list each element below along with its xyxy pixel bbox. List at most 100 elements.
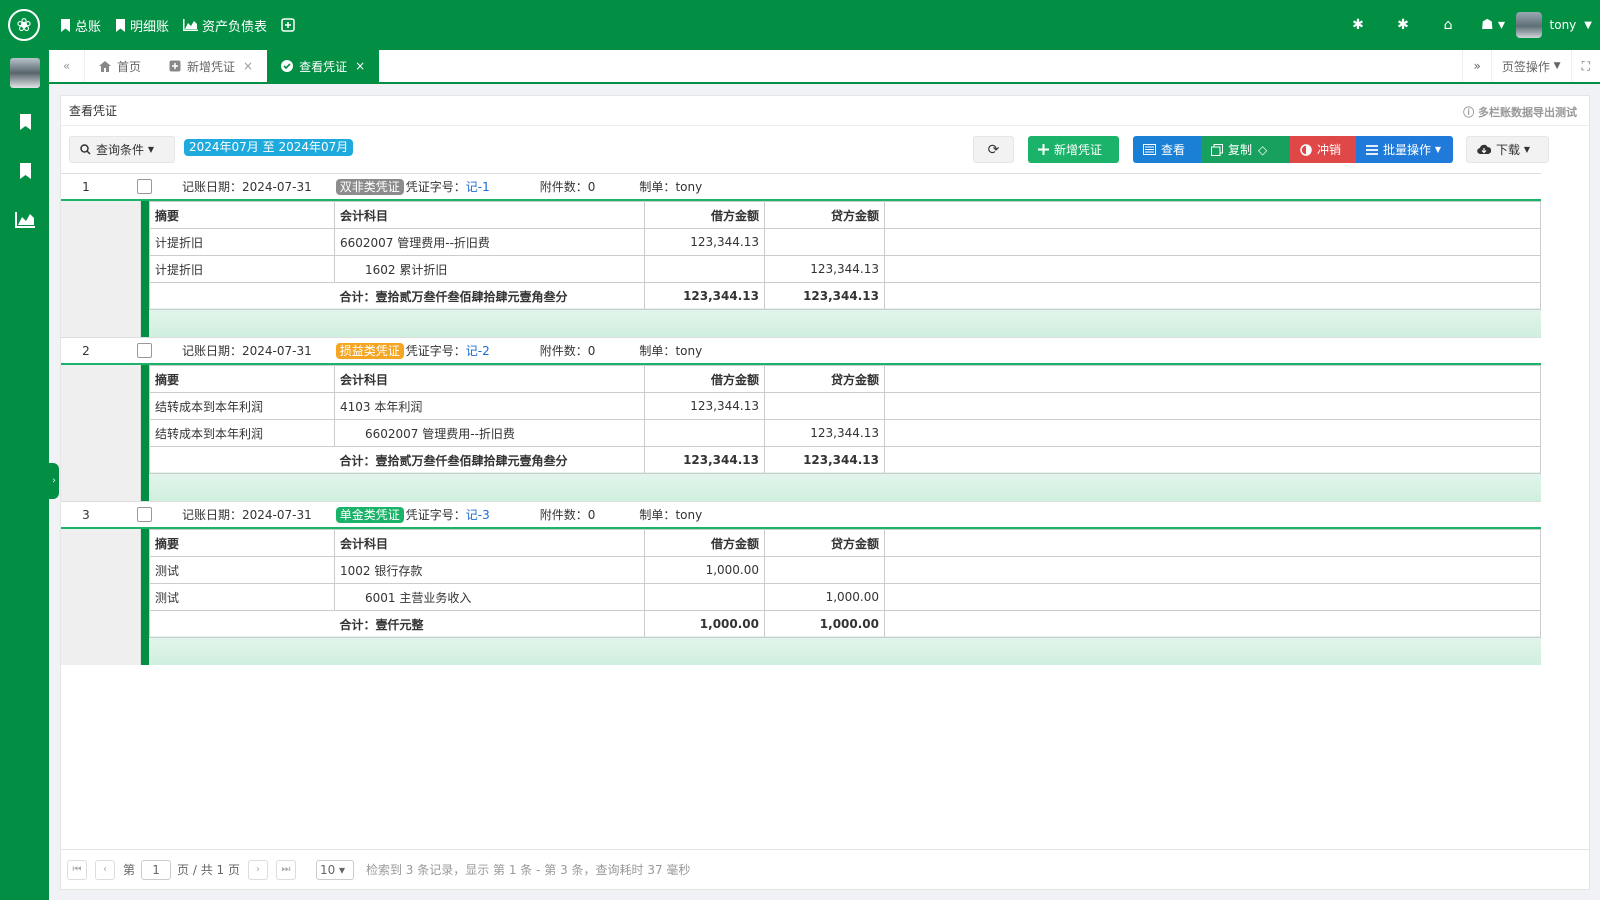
next-page-icon[interactable]: › bbox=[247, 859, 268, 880]
tab-home[interactable]: 首页 bbox=[85, 50, 155, 82]
date-label: 记账日期： bbox=[182, 344, 243, 358]
voucher-footer-space bbox=[149, 638, 1541, 665]
attach-count: 0 bbox=[587, 179, 596, 194]
tabs-scroll-left-icon[interactable]: « bbox=[49, 50, 85, 82]
voucher-index: 2 bbox=[82, 343, 90, 358]
entries-table: 摘要 会计科目 借方金额 贷方金额 计提折旧 6602007 管理费用--折旧费 1… bbox=[149, 201, 1541, 310]
query-conditions-button[interactable]: 查询条件 ▼ bbox=[69, 136, 175, 163]
user-menu-icon[interactable]: ☗ ▾ bbox=[1471, 17, 1516, 33]
chevron-down-icon[interactable]: ▼ bbox=[1584, 20, 1592, 31]
entry-filler bbox=[884, 228, 1541, 256]
attach-label: 附件数： bbox=[539, 344, 588, 358]
download-button[interactable]: 下载 ▼ bbox=[1466, 136, 1549, 163]
entry-debit bbox=[644, 255, 765, 283]
reverse-button[interactable]: 冲销 bbox=[1290, 136, 1356, 163]
bookmark-icon[interactable] bbox=[14, 160, 36, 182]
close-icon[interactable]: × bbox=[355, 59, 365, 73]
nav-detail-ledger[interactable]: 明细账 bbox=[115, 16, 169, 35]
close-icon[interactable]: × bbox=[243, 59, 253, 73]
plus-icon bbox=[1038, 144, 1049, 155]
table-row: 测试 6001 主营业务收入 1,000.00 bbox=[149, 583, 1541, 611]
entry-credit: 1,000.00 bbox=[764, 583, 885, 611]
total-prefix: 合计： bbox=[339, 617, 376, 632]
nav-label: 总账 bbox=[75, 19, 102, 35]
tabs-scroll-right-icon[interactable]: » bbox=[1462, 50, 1490, 82]
list-icon bbox=[1143, 144, 1156, 155]
bug-icon[interactable]: ✱ bbox=[1381, 17, 1426, 33]
sidebar-toggle-button[interactable]: › bbox=[49, 463, 59, 499]
maker-name: tony bbox=[675, 507, 703, 522]
col-filler bbox=[884, 365, 1541, 393]
date-label: 记账日期： bbox=[182, 180, 243, 194]
total-prefix: 合计： bbox=[339, 453, 376, 468]
view-label: 查看 bbox=[1161, 143, 1186, 157]
nav-general-ledger[interactable]: 总账 bbox=[60, 16, 101, 35]
total-filler bbox=[884, 282, 1541, 310]
username[interactable]: tony bbox=[1550, 18, 1577, 32]
voucher-no-link[interactable]: 记-2 bbox=[466, 342, 490, 359]
copy-button[interactable]: 复制 ◇ bbox=[1201, 136, 1290, 163]
voucher-no-label: 凭证字号： bbox=[405, 180, 466, 194]
date-range-badge[interactable]: 2024年07月 至 2024年07月 bbox=[184, 139, 354, 156]
bug-icon[interactable]: ✱ bbox=[1336, 17, 1381, 33]
entry-filler bbox=[884, 255, 1541, 283]
refresh-button[interactable]: ⟳ bbox=[973, 136, 1014, 163]
voucher: 2 记账日期： 2024-07-31 损益类凭证 凭证字号： 记-2 附件数： … bbox=[61, 337, 1541, 501]
total-spacer bbox=[149, 282, 335, 310]
entry-summary: 结转成本到本年利润 bbox=[149, 419, 335, 447]
voucher-index: 1 bbox=[82, 179, 90, 194]
voucher-header: 2 记账日期： 2024-07-31 损益类凭证 凭证字号： 记-2 附件数： … bbox=[61, 338, 1541, 365]
batch-operations-button[interactable]: 批量操作 ▼ bbox=[1356, 136, 1453, 163]
tab-new-voucher[interactable]: 新增凭证 × bbox=[155, 50, 267, 82]
view-button[interactable]: 查看 bbox=[1133, 136, 1201, 163]
voucher-list: 1 记账日期： 2024-07-31 双非类凭证 凭证字号： 记-1 附件数： … bbox=[61, 173, 1541, 665]
voucher-type-badge: 双非类凭证 bbox=[335, 178, 404, 195]
maker-name: tony bbox=[675, 179, 703, 194]
total-amount-words: 壹仟元整 bbox=[375, 617, 424, 632]
first-page-icon[interactable]: ⏮ bbox=[67, 859, 87, 880]
voucher-checkbox[interactable] bbox=[137, 507, 152, 522]
page-size-value: 10 bbox=[319, 862, 336, 877]
total-row: 合计：壹拾贰万叁仟叁佰肆拾肆元壹角叁分 123,344.13 123,344.13 bbox=[149, 446, 1541, 474]
page-number-input[interactable]: 1 bbox=[141, 859, 172, 880]
page-size-select[interactable]: 10 ▾ bbox=[315, 859, 354, 880]
last-page-icon[interactable]: ⏭ bbox=[275, 859, 296, 880]
table-row: 计提折旧 6602007 管理费用--折旧费 123,344.13 bbox=[149, 228, 1541, 256]
new-voucher-button[interactable]: 新增凭证 bbox=[1028, 136, 1119, 163]
top-right-tools: ✱ ✱ ⌂ ☗ ▾ tony ▼ bbox=[1336, 0, 1600, 50]
total-debit: 123,344.13 bbox=[644, 446, 765, 474]
panel-header: 查看凭证 ⓘ 多栏账数据导出测试 bbox=[61, 96, 1589, 126]
app-logo[interactable]: ❀ bbox=[8, 9, 40, 41]
records-summary: 检索到 3 条记录，显示 第 1 条 - 第 3 条，查询耗时 37 毫秒 bbox=[365, 863, 691, 877]
home-icon[interactable]: ⌂ bbox=[1426, 17, 1471, 33]
voucher-checkbox[interactable] bbox=[137, 343, 152, 358]
nav-balance-sheet[interactable]: 资产负债表 bbox=[183, 16, 267, 35]
tab-view-voucher[interactable]: 查看凭证 × bbox=[267, 50, 380, 82]
prev-page-icon[interactable]: ‹ bbox=[95, 859, 115, 880]
avatar[interactable] bbox=[1515, 12, 1542, 38]
avatar[interactable] bbox=[10, 58, 40, 88]
area-chart-icon bbox=[183, 19, 199, 31]
voucher-no-link[interactable]: 记-1 bbox=[466, 178, 490, 195]
check-circle-icon bbox=[281, 60, 294, 72]
voucher: 3 记账日期： 2024-07-31 单金类凭证 凭证字号： 记-3 附件数： … bbox=[61, 501, 1541, 665]
bookmark-icon bbox=[61, 18, 70, 32]
voucher-header: 3 记账日期： 2024-07-31 单金类凭证 凭证字号： 记-3 附件数： … bbox=[61, 502, 1541, 529]
tab-ops-dropdown[interactable]: 页签操作 ▼ bbox=[1490, 50, 1571, 82]
main-panel: 查看凭证 ⓘ 多栏账数据导出测试 查询条件 ▼ ⟳ 新增凭证 查看 复制 ◇ 冲… bbox=[60, 95, 1590, 890]
fullscreen-icon[interactable]: ⛶ bbox=[1570, 50, 1600, 82]
add-nav-button[interactable] bbox=[281, 18, 299, 32]
total-text-cell: 合计：壹拾贰万叁仟叁佰肆拾肆元壹角叁分 bbox=[334, 282, 645, 310]
bookmark-icon[interactable] bbox=[14, 111, 36, 133]
voucher-no-link[interactable]: 记-3 bbox=[466, 506, 490, 523]
voucher-type-badge: 损益类凭证 bbox=[335, 342, 404, 359]
area-chart-icon[interactable] bbox=[14, 209, 36, 231]
entry-filler bbox=[884, 419, 1541, 447]
voucher-checkbox[interactable] bbox=[137, 179, 152, 194]
col-debit-header: 借方金额 bbox=[644, 365, 765, 393]
table-row: 结转成本到本年利润 6602007 管理费用--折旧费 123,344.13 bbox=[149, 419, 1541, 447]
panel-note: ⓘ 多栏账数据导出测试 bbox=[1463, 104, 1577, 120]
col-summary-header: 摘要 bbox=[149, 529, 335, 557]
total-credit: 1,000.00 bbox=[764, 610, 885, 638]
total-spacer bbox=[149, 610, 335, 638]
